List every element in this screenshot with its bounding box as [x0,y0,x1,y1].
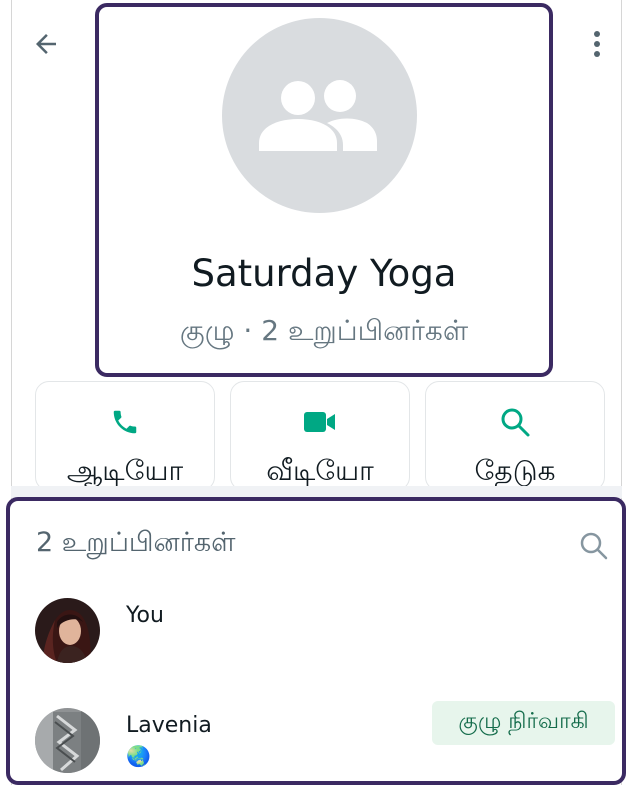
member-name: Lavenia [126,713,212,738]
more-vertical-icon [594,31,600,57]
avatar[interactable] [35,708,100,773]
search-icon [580,532,608,560]
video-call-button[interactable]: வீடியோ [230,381,410,491]
search-icon [426,402,604,442]
member-status: 🌏 [126,744,151,768]
video-icon [231,402,409,442]
member-name: You [126,603,164,628]
members-count-title: 2 உறுப்பினர்கள் [36,527,236,558]
members-search-button[interactable] [574,526,614,566]
group-member-count: குழு · 2 உறுப்பினர்கள் [179,314,469,347]
back-button[interactable] [26,26,66,62]
group-icon [258,79,377,151]
group-name: Saturday Yoga [191,252,457,295]
group-avatar[interactable] [222,18,417,213]
more-options-button[interactable] [582,26,612,62]
search-chat-button[interactable]: தேடுக [425,381,605,491]
avatar[interactable] [35,598,100,663]
group-admin-badge: குழு நிர்வாகி [432,701,615,745]
arrow-left-icon [36,34,56,54]
audio-call-button[interactable]: ஆடியோ [35,381,215,491]
phone-icon [36,402,214,442]
